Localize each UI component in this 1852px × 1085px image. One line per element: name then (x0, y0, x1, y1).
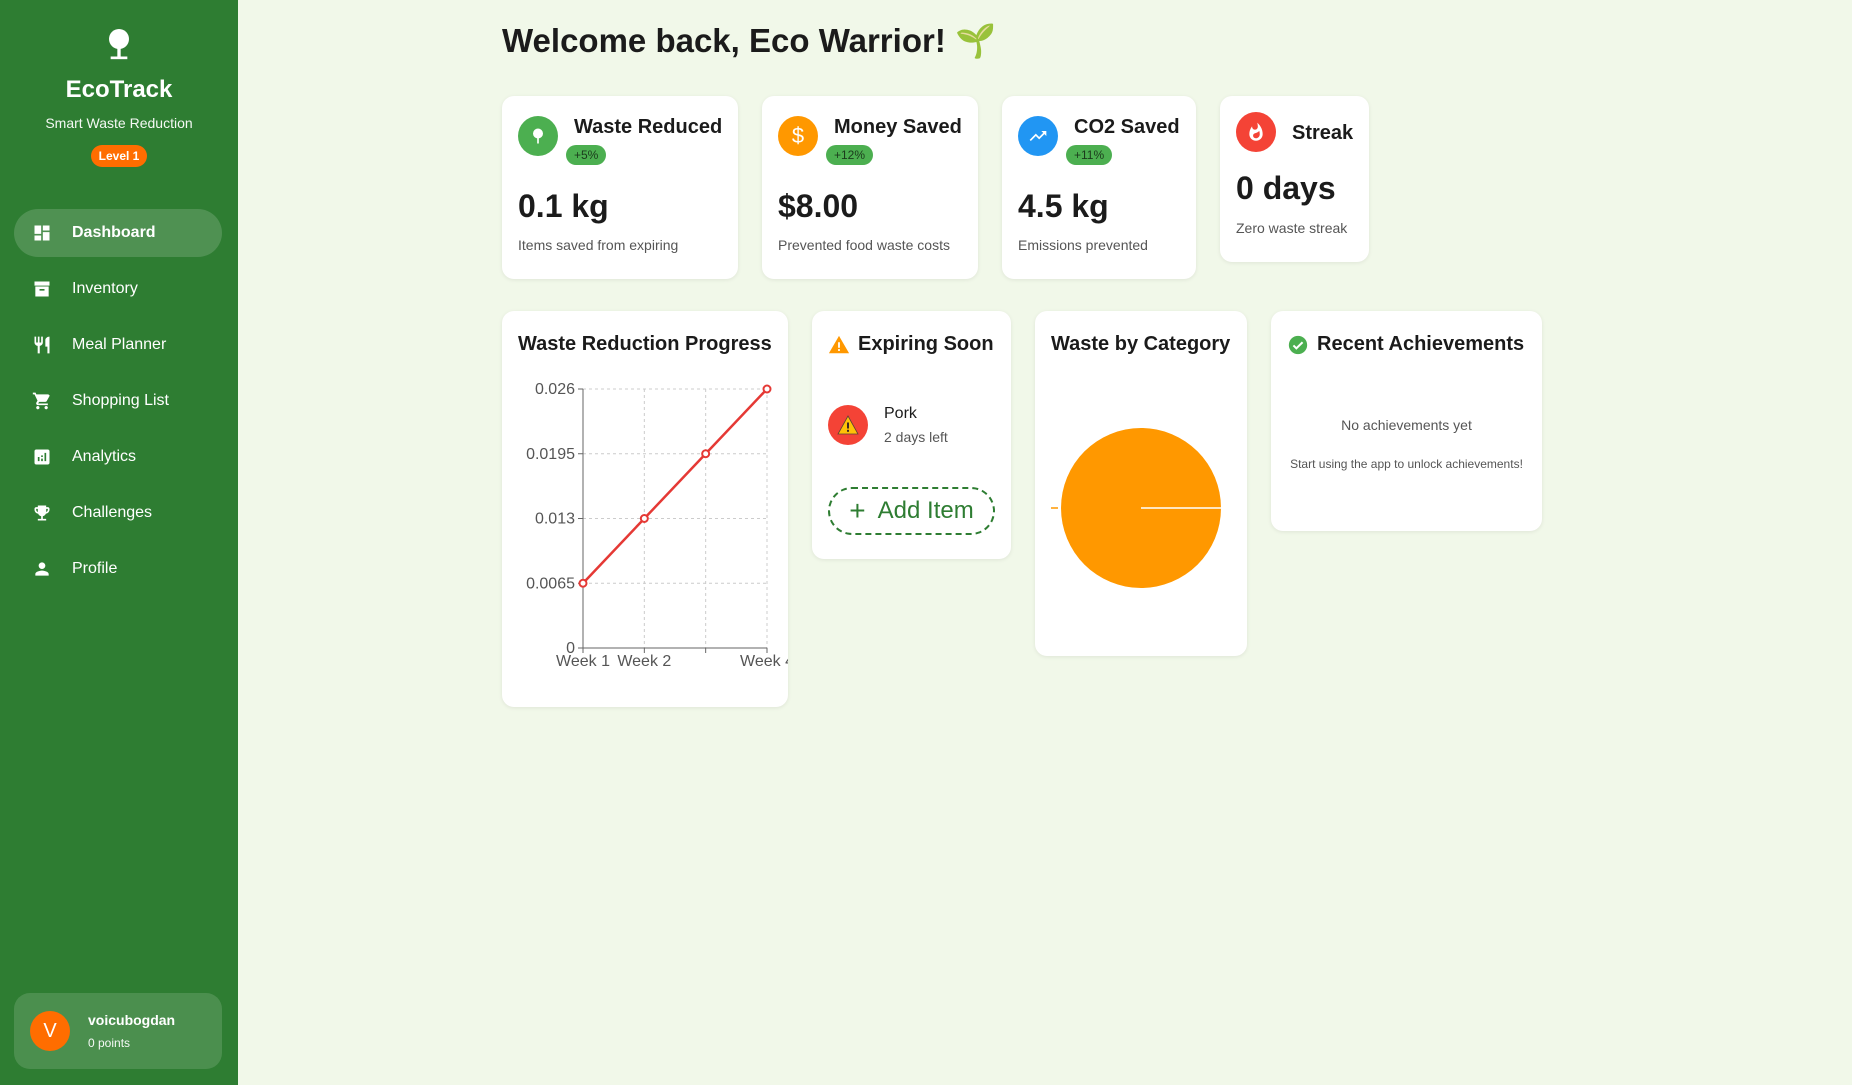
fork-knife-icon (34, 336, 50, 354)
nav-item-shopping-list[interactable]: Shopping List (14, 377, 222, 425)
stat-desc: Prevented food waste costs (778, 237, 950, 253)
trending-up-icon (1018, 116, 1058, 156)
data-point (578, 578, 588, 588)
waste-pie-chart (1051, 428, 1221, 588)
check-circle-icon (1288, 335, 1308, 354)
achievements-card: Recent Achievements No achievements yet … (1271, 311, 1542, 531)
y-tick-label: 0.013 (535, 511, 575, 528)
user-name: voicubogdan (88, 1012, 176, 1028)
plus-icon: + (849, 495, 866, 526)
user-card[interactable]: V voicubogdan 0 points (14, 993, 222, 1069)
nav-item-inventory[interactable]: Inventory (14, 265, 222, 313)
stat-value: 0.1 kg (518, 188, 609, 224)
x-tick-label: Week 1 (556, 653, 610, 670)
stat-card-waste-reduced: Waste Reduced +5% 0.1 kg Items saved fro… (502, 96, 738, 279)
panel-title-text: Expiring Soon (858, 333, 994, 355)
brand-name: EcoTrack (65, 76, 173, 103)
trophy-icon (34, 505, 50, 521)
sidebar: EcoTrack Smart Waste Reduction Level 1 D… (0, 0, 238, 1085)
nav-label: Inventory (72, 280, 138, 297)
nav-label: Shopping List (72, 392, 169, 409)
expiring-card: Expiring Soon Pork 2 days left + Add Ite… (812, 311, 1011, 559)
stat-value: 4.5 kg (1018, 188, 1109, 224)
item-days-left: 2 days left (884, 429, 948, 445)
list-item[interactable]: Pork 2 days left (828, 405, 948, 445)
level-badge: Level 1 (90, 145, 148, 167)
stat-title: Streak (1292, 122, 1354, 144)
stat-value: $8.00 (778, 188, 859, 224)
nav-item-profile[interactable]: Profile (14, 545, 222, 593)
stat-value: 0 days (1236, 170, 1336, 206)
stat-card-streak: Streak 0 days Zero waste streak (1220, 96, 1369, 262)
dashboard-icon (34, 225, 50, 241)
empty-state-hint: Start using the app to unlock achievemen… (1290, 457, 1523, 471)
data-point (701, 449, 711, 459)
stat-title: CO2 Saved (1074, 116, 1180, 138)
dollar-icon: $ (778, 116, 818, 156)
stat-desc: Items saved from expiring (518, 237, 679, 253)
brand-tagline: Smart Waste Reduction (45, 115, 193, 131)
nav-label: Meal Planner (72, 336, 167, 353)
chart-grid (582, 388, 768, 649)
nav-label: Dashboard (72, 224, 156, 241)
nav-label: Challenges (72, 504, 153, 521)
nav-item-meal-planner[interactable]: Meal Planner (14, 321, 222, 369)
inventory-icon (34, 281, 50, 297)
panel-title: Recent Achievements (1287, 333, 1524, 356)
panel-title-text: Recent Achievements (1317, 333, 1525, 355)
stat-title: Money Saved (834, 116, 962, 138)
progress-card: Waste Reduction Progress 0 0.0065 0.013 0.0… (502, 311, 788, 707)
data-point (639, 514, 649, 523)
warning-icon (828, 335, 850, 353)
x-tick-label: Week 2 (617, 653, 671, 670)
panel-title: Expiring Soon (828, 333, 994, 356)
nav-item-challenges[interactable]: Challenges (14, 489, 222, 537)
add-item-label: Add Item (877, 497, 974, 524)
nav-item-analytics[interactable]: Analytics (14, 433, 222, 481)
category-card: Waste by Category (1035, 311, 1247, 656)
tree-icon (109, 29, 129, 60)
y-tick-label: 0.0195 (526, 446, 575, 463)
y-tick-label: 0.0065 (526, 575, 575, 592)
sidebar-nav: Dashboard Inventory Meal Planner Shoppin… (14, 209, 222, 601)
nav-item-dashboard[interactable]: Dashboard (14, 209, 222, 257)
progress-line-chart: 00.00650.0130.01950.026Week 1 Week 2 Week … (526, 381, 788, 670)
series-line (582, 388, 768, 585)
trend-badge: +11% (1066, 145, 1113, 165)
stat-card-co2-saved: CO2 Saved +11% 4.5 kg Emissions prevente… (1002, 96, 1196, 279)
stat-title: Waste Reduced (574, 116, 723, 138)
trend-badge: +5% (566, 145, 607, 165)
person-icon (35, 562, 49, 576)
trend-badge: +12% (826, 145, 874, 165)
user-points: 0 points (88, 1036, 131, 1050)
x-tick-label: Week 4 (740, 653, 788, 670)
analytics-icon (34, 449, 50, 465)
avatar: V (30, 1011, 70, 1051)
warning-icon (828, 405, 868, 445)
y-tick-label: 0.026 (535, 381, 575, 398)
stat-desc: Zero waste streak (1236, 220, 1348, 236)
data-point (762, 384, 772, 394)
cart-icon (32, 392, 50, 410)
brand: EcoTrack Smart Waste Reduction Level 1 (0, 0, 238, 167)
page-title: Welcome back, Eco Warrior! 🌱 (502, 22, 997, 59)
stat-card-money-saved: $ Money Saved +12% $8.00 Prevented food … (762, 96, 978, 279)
item-name: Pork (884, 405, 917, 422)
stat-desc: Emissions prevented (1018, 237, 1148, 253)
nav-label: Profile (72, 560, 118, 577)
tree-icon (518, 116, 558, 156)
fire-icon (1236, 112, 1276, 152)
add-item-button[interactable]: + Add Item (828, 487, 995, 535)
empty-state-text: No achievements yet (1341, 417, 1472, 433)
nav-label: Analytics (72, 448, 137, 465)
